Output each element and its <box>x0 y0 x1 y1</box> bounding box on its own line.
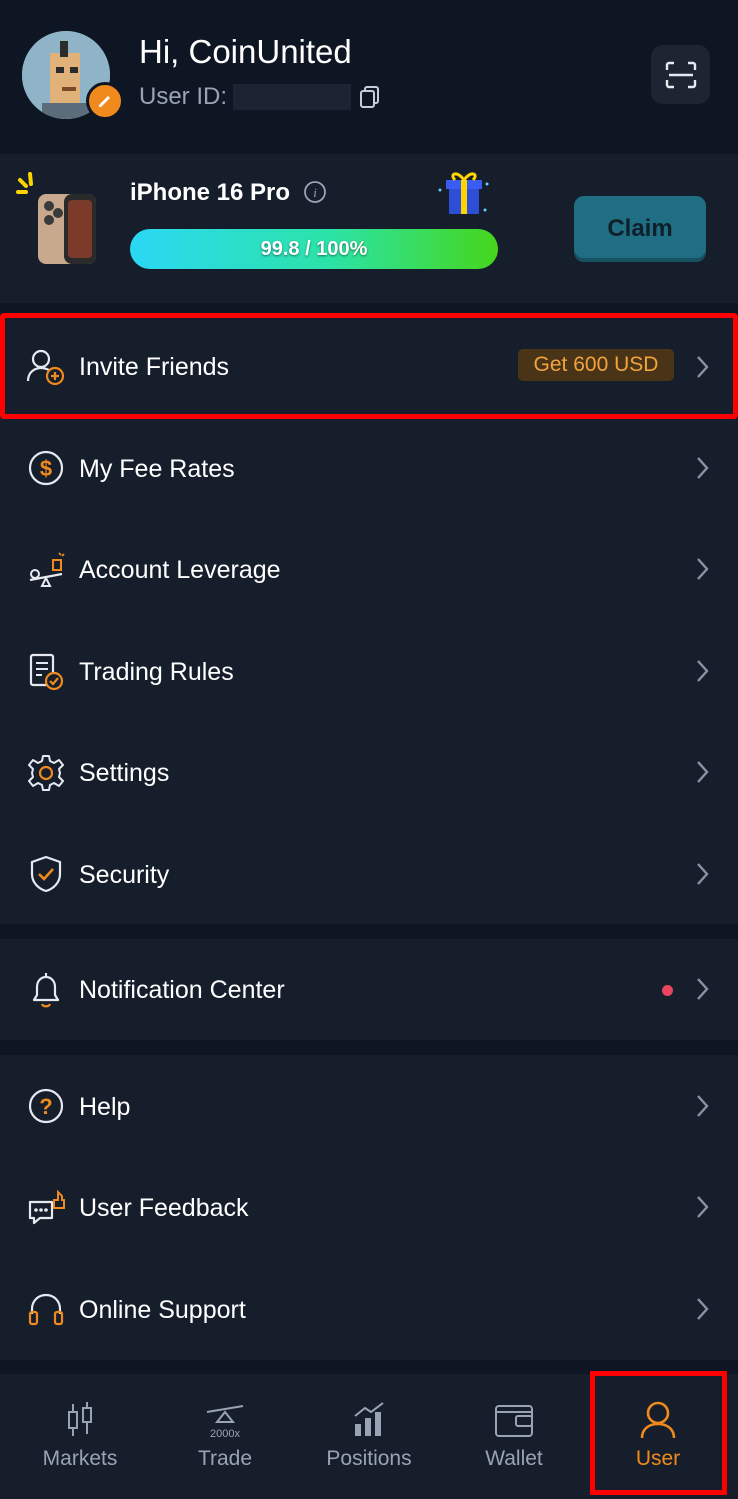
menu-item-security[interactable]: Security <box>0 823 738 924</box>
menu-item-notification-center[interactable]: Notification Center <box>0 939 738 1040</box>
chevron-right-icon <box>697 1298 709 1320</box>
trade-icon-text: 2000x <box>210 1428 240 1440</box>
svg-text:$: $ <box>40 456 52 481</box>
menu-item-label: Account Leverage <box>79 556 281 584</box>
chevron-right-icon <box>697 1196 709 1218</box>
menu-item-label: Online Support <box>79 1296 246 1324</box>
info-icon[interactable]: i <box>303 180 327 204</box>
chevron-right-icon <box>697 761 709 783</box>
profile-header: Hi, CoinUnited User ID: <box>0 0 738 154</box>
svg-text:i: i <box>313 185 317 200</box>
user-id-label: User ID: <box>139 83 228 110</box>
chevron-right-icon <box>697 558 709 580</box>
greeting: Hi, CoinUnited <box>139 33 352 70</box>
feedback-icon <box>28 1189 65 1225</box>
menu-item-help[interactable]: ? Help <box>0 1055 738 1156</box>
menu-item-settings[interactable]: Settings <box>0 721 738 822</box>
nav-label: Wallet <box>485 1447 543 1470</box>
leverage-icon <box>29 552 65 587</box>
menu-item-fee-rates[interactable]: $ My Fee Rates <box>0 417 738 518</box>
claim-button[interactable]: Claim <box>574 196 706 262</box>
scan-button[interactable] <box>651 45 710 104</box>
menu-item-online-support[interactable]: Online Support <box>0 1258 738 1359</box>
rules-icon <box>29 653 64 691</box>
menu-item-label: Notification Center <box>79 976 285 1004</box>
chevron-right-icon <box>697 457 709 479</box>
nav-label: Trade <box>197 1447 253 1470</box>
menu-item-user-feedback[interactable]: User Feedback <box>0 1157 738 1258</box>
nav-label: Positions <box>326 1447 412 1470</box>
gift-icon <box>438 172 489 214</box>
gear-icon <box>28 755 64 791</box>
chevron-right-icon <box>697 863 709 885</box>
nav-tab-positions[interactable]: Positions <box>296 1374 442 1499</box>
menu-item-label: Settings <box>79 759 170 787</box>
trade-icon: 2000x <box>206 1405 244 1440</box>
positions-icon <box>354 1402 384 1436</box>
iphone-image <box>16 172 96 264</box>
scan-icon <box>665 61 696 88</box>
svg-text:?: ? <box>39 1094 52 1119</box>
highlight-box-invite-friends <box>0 313 738 419</box>
user-id-value-redacted <box>233 84 352 110</box>
unread-notification-dot <box>662 985 673 996</box>
shield-icon <box>30 855 62 893</box>
markets-icon <box>68 1402 92 1436</box>
chevron-right-icon <box>697 660 709 682</box>
copy-icon[interactable] <box>359 85 381 109</box>
nav-tab-trade[interactable]: 2000x Trade <box>152 1374 298 1499</box>
nav-tab-markets[interactable]: Markets <box>7 1374 153 1499</box>
menu-item-label: Trading Rules <box>79 658 234 686</box>
promo-progress-bar: 99.8 / 100% <box>130 229 498 269</box>
avatar-edit-icon[interactable] <box>86 82 124 120</box>
promo-progress-text: 99.8 / 100% <box>260 238 368 260</box>
dollar-icon: $ <box>28 450 64 486</box>
chevron-right-icon <box>697 978 709 1000</box>
menu-item-label: Security <box>79 861 170 889</box>
menu-item-label: User Feedback <box>79 1194 249 1222</box>
nav-tab-wallet[interactable]: Wallet <box>441 1374 587 1499</box>
promo-title: iPhone 16 Pro <box>130 179 291 206</box>
nav-label: Markets <box>42 1447 118 1470</box>
menu-item-account-leverage[interactable]: Account Leverage <box>0 518 738 619</box>
headset-icon <box>28 1293 64 1326</box>
chevron-right-icon <box>697 1095 709 1117</box>
menu-item-label: My Fee Rates <box>79 455 235 483</box>
bell-icon <box>32 973 60 1008</box>
user-id-row: User ID: <box>139 82 381 112</box>
wallet-icon <box>495 1405 533 1437</box>
highlight-box-user-tab <box>590 1371 727 1495</box>
menu-item-label: Help <box>79 1093 131 1121</box>
menu-item-trading-rules[interactable]: Trading Rules <box>0 620 738 721</box>
help-icon: ? <box>28 1088 64 1124</box>
